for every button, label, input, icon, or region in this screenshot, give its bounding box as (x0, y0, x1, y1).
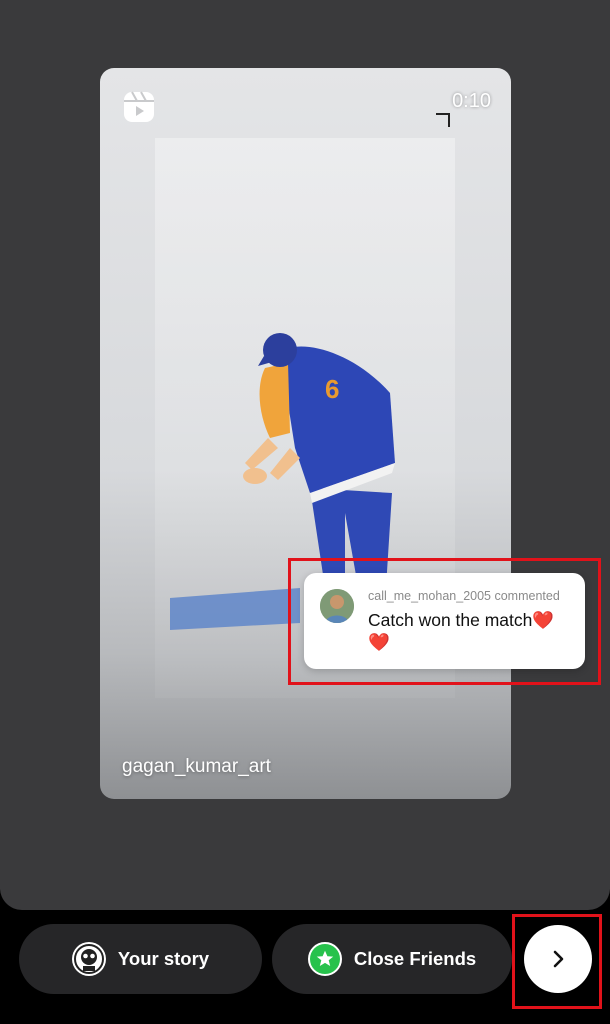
next-button[interactable] (524, 925, 592, 993)
jersey-number: 6 (325, 374, 339, 404)
comment-author: call_me_mohan_2005 commented (368, 589, 560, 603)
commenter-avatar (320, 589, 354, 623)
close-friends-button[interactable]: Close Friends (272, 924, 512, 994)
reel-duration: 0:10 (452, 90, 491, 112)
your-story-avatar-icon (71, 942, 106, 976)
reels-icon (124, 91, 154, 122)
share-bottom-bar: Your story Close Friends (0, 910, 610, 1024)
story-editor-canvas: 0:10 6 gagan_kumar_art call_me_mohan_200… (0, 0, 610, 910)
reel-preview-card[interactable]: 0:10 6 gagan_kumar_art (100, 68, 511, 799)
comment-sticker[interactable]: call_me_mohan_2005 commented Catch won t… (304, 573, 585, 669)
comment-text: Catch won the match❤️❤️ (368, 610, 555, 652)
corner-mark (436, 113, 450, 127)
close-friends-star-icon (307, 942, 342, 976)
your-story-label: Your story (117, 948, 210, 969)
chevron-right-icon (553, 950, 564, 968)
reel-username: gagan_kumar_art (122, 756, 271, 777)
close-friends-label: Close Friends (353, 948, 477, 969)
your-story-button[interactable]: Your story (19, 924, 262, 994)
